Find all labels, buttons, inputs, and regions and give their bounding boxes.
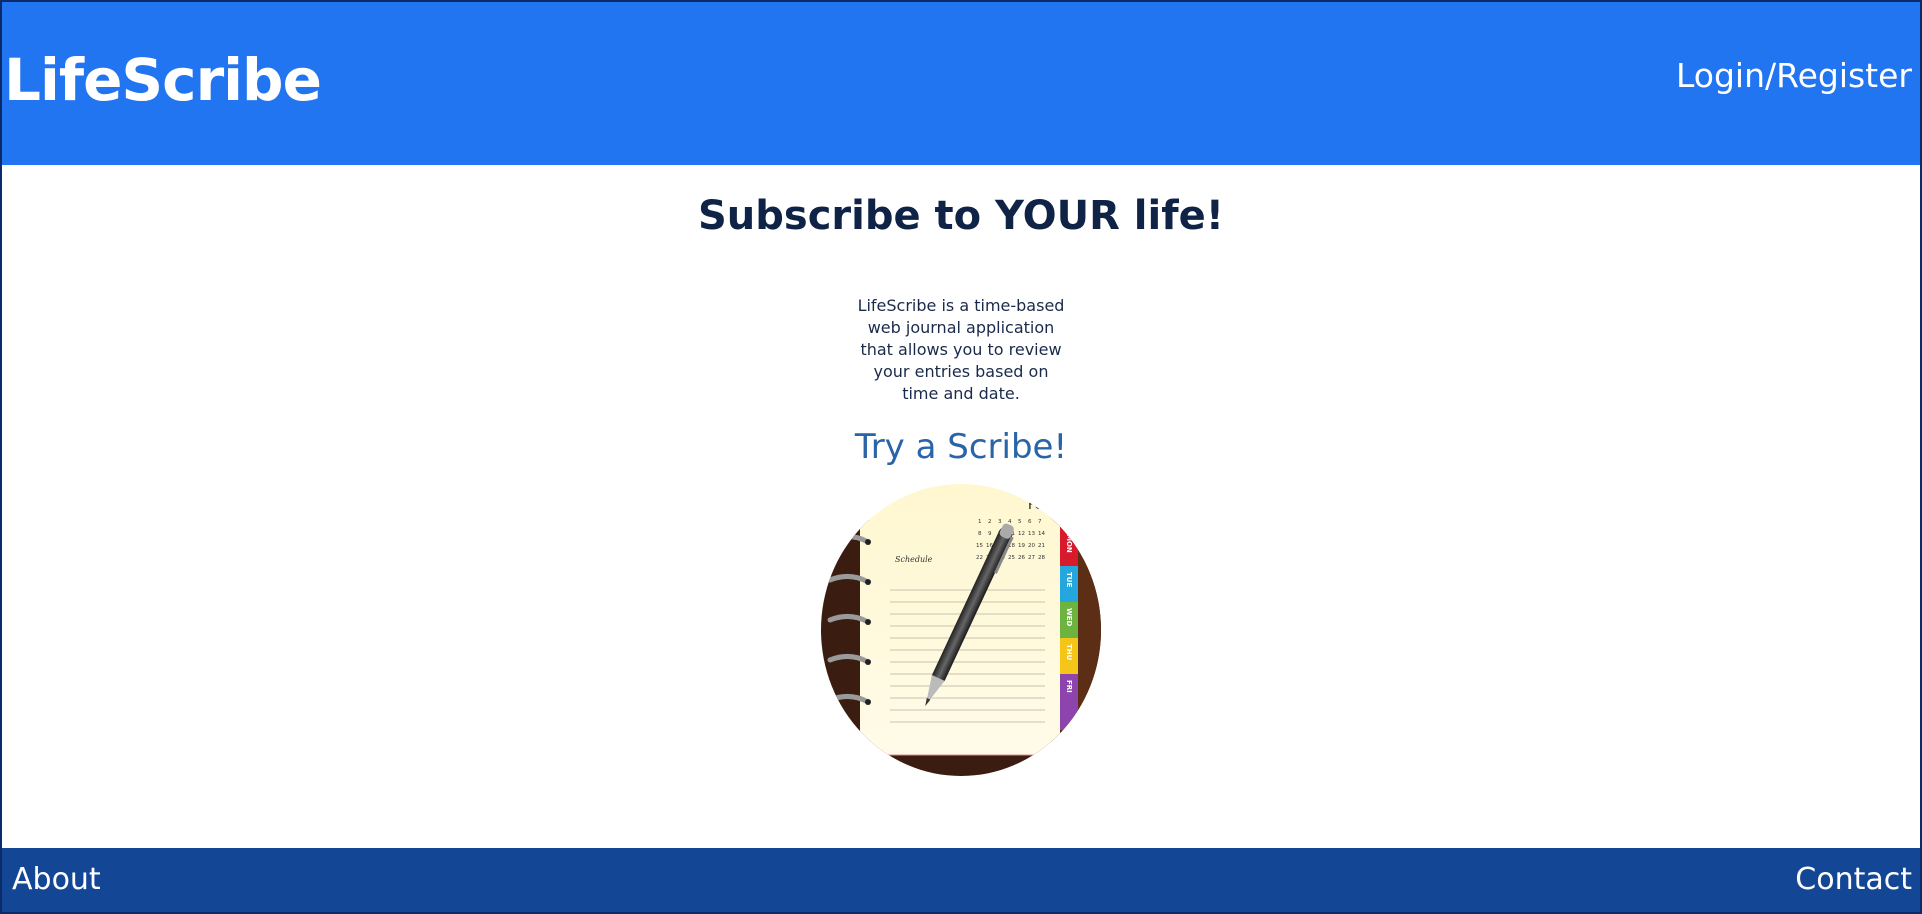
description-line: web journal application	[867, 318, 1055, 337]
main-content: Subscribe to YOUR life! LifeScribe is a …	[2, 165, 1920, 848]
svg-text:FRI: FRI	[1065, 680, 1073, 693]
app-description: LifeScribe is a time-based web journal a…	[851, 295, 1071, 405]
svg-text:26: 26	[1018, 555, 1025, 561]
svg-text:7: 7	[1038, 519, 1042, 525]
svg-text:2: 2	[988, 519, 992, 525]
description-line: that allows you to review	[860, 340, 1062, 359]
svg-text:1: 1	[978, 519, 982, 525]
page-headline: Subscribe to YOUR life!	[697, 193, 1225, 239]
svg-text:4: 4	[1008, 519, 1012, 525]
svg-text:5: 5	[1018, 519, 1022, 525]
contact-link[interactable]: Contact	[1795, 862, 1912, 897]
svg-text:13: 13	[1028, 531, 1035, 537]
svg-text:22: 22	[976, 555, 983, 561]
description-line: LifeScribe is a time-based	[857, 296, 1065, 315]
planner-notebook-illustration[interactable]: Feb Schedule 1234567 891011121314 151617…	[820, 480, 1102, 776]
top-navbar: LifeScribe Login/Register	[2, 2, 1920, 165]
about-link[interactable]: About	[12, 862, 101, 897]
login-register-link[interactable]: Login/Register	[1676, 56, 1912, 95]
brand-logo-link[interactable]: LifeScribe	[4, 46, 322, 114]
svg-text:14: 14	[1038, 531, 1045, 537]
svg-text:8: 8	[978, 531, 982, 537]
svg-text:25: 25	[1008, 555, 1015, 561]
svg-text:3: 3	[998, 519, 1002, 525]
svg-text:TUE: TUE	[1065, 572, 1073, 587]
svg-text:WED: WED	[1065, 608, 1073, 627]
try-scribe-link[interactable]: Try a Scribe!	[2, 427, 1920, 467]
footer-bar: About Contact	[2, 848, 1920, 912]
svg-text:21: 21	[1038, 543, 1045, 549]
svg-text:15: 15	[976, 543, 983, 549]
svg-text:6: 6	[1028, 519, 1032, 525]
svg-text:19: 19	[1018, 543, 1025, 549]
svg-text:THU: THU	[1065, 644, 1073, 661]
svg-text:MON: MON	[1065, 534, 1073, 553]
svg-text:20: 20	[1028, 543, 1035, 549]
day-tabs: MON TUE WED THU FRI	[1060, 528, 1078, 730]
svg-text:28: 28	[1038, 555, 1045, 561]
description-line: time and date.	[902, 384, 1020, 403]
description-line: your entries based on	[873, 362, 1049, 381]
svg-text:27: 27	[1028, 555, 1035, 561]
svg-text:9: 9	[988, 531, 992, 537]
schedule-label: Schedule	[895, 555, 933, 564]
svg-text:12: 12	[1018, 531, 1025, 537]
calendar-month: Feb	[1028, 498, 1051, 513]
